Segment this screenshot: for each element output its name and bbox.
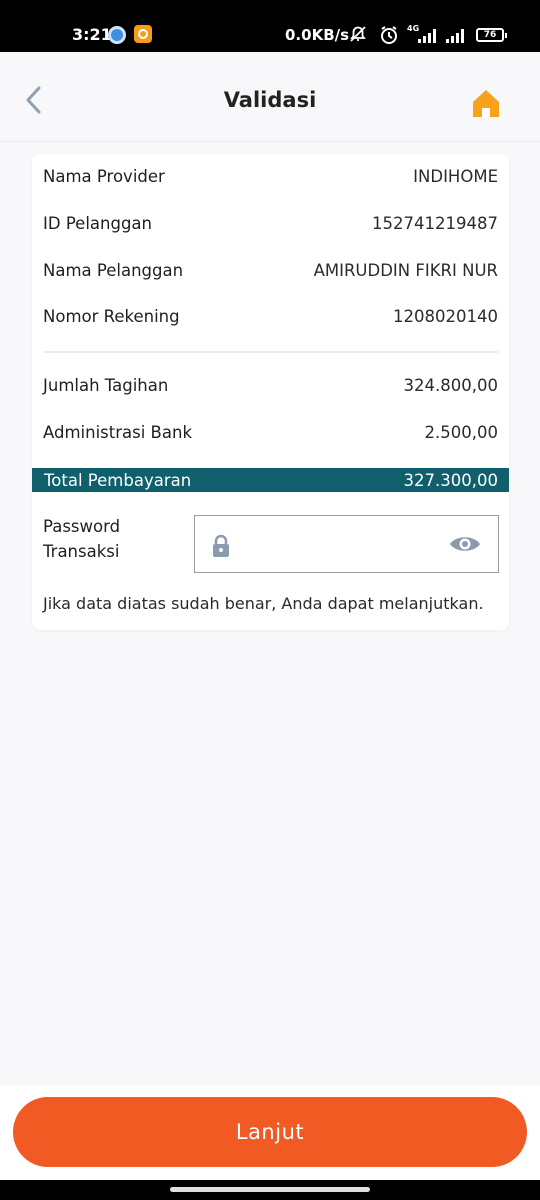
- charge-value: 2.500,00: [424, 422, 498, 442]
- divider: [43, 351, 498, 353]
- charge-row: Administrasi Bank 2.500,00: [43, 417, 498, 447]
- home-button[interactable]: [468, 86, 504, 122]
- lock-icon: [211, 534, 231, 562]
- eye-icon[interactable]: [448, 533, 482, 559]
- detail-value: 152741219487: [372, 213, 498, 233]
- signal-icon: [418, 29, 436, 43]
- detail-value: AMIRUDDIN FIKRI NUR: [313, 260, 498, 280]
- status-bar: 3:21 0.0KB/s 4G 76: [0, 0, 540, 52]
- password-label: Password Transaksi: [43, 517, 121, 561]
- charge-value: 324.800,00: [403, 375, 498, 395]
- detail-row: ID Pelanggan 152741219487: [43, 208, 498, 238]
- detail-label: Nomor Rekening: [43, 306, 180, 326]
- validation-card: Nama Provider INDIHOME ID Pelanggan 1527…: [32, 154, 509, 630]
- total-label: Total Pembayaran: [44, 470, 192, 490]
- charge-label: Administrasi Bank: [43, 422, 192, 442]
- home-icon: [468, 90, 504, 126]
- home-gesture-handle[interactable]: [170, 1187, 370, 1192]
- detail-value: INDIHOME: [413, 166, 498, 186]
- detail-value: 1208020140: [393, 306, 498, 326]
- detail-row: Nama Provider INDIHOME: [43, 161, 498, 191]
- detail-label: Nama Provider: [43, 166, 165, 186]
- app-notification-icon: [108, 26, 126, 44]
- network-speed: 0.0KB/s: [285, 26, 350, 44]
- continue-button[interactable]: Lanjut: [13, 1097, 527, 1167]
- detail-label: Nama Pelanggan: [43, 260, 184, 280]
- battery-icon: 76: [476, 28, 507, 42]
- mute-icon: [348, 25, 370, 47]
- alarm-icon: [379, 25, 399, 49]
- status-time: 3:21: [72, 25, 112, 44]
- detail-row: Nama Pelanggan AMIRUDDIN FIKRI NUR: [43, 255, 498, 285]
- app-header: Validasi: [0, 52, 540, 142]
- total-value: 327.300,00: [403, 470, 498, 490]
- detail-label: ID Pelanggan: [43, 213, 152, 233]
- signal-icon: [446, 29, 464, 43]
- password-field[interactable]: [194, 515, 499, 573]
- password-input[interactable]: [241, 528, 441, 560]
- app-notification-icon: [134, 25, 152, 43]
- confirmation-note: Jika data diatas sudah benar, Anda dapat…: [43, 594, 484, 613]
- charge-row: Jumlah Tagihan 324.800,00: [43, 370, 498, 400]
- system-nav-bar: [0, 1180, 540, 1200]
- total-payment-bar: Total Pembayaran 327.300,00: [32, 468, 509, 492]
- charge-label: Jumlah Tagihan: [43, 375, 169, 395]
- page-title: Validasi: [223, 88, 317, 112]
- detail-row: Nomor Rekening 1208020140: [43, 301, 498, 331]
